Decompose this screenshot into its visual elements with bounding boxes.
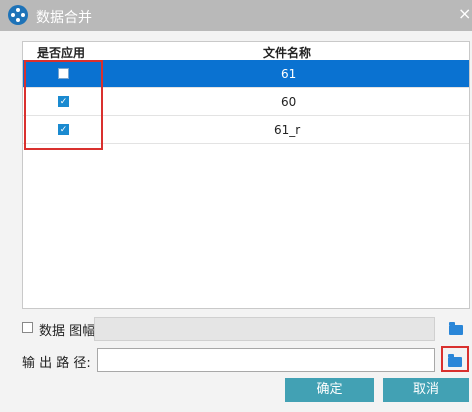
data-image-checkbox[interactable] (22, 322, 33, 333)
data-image-field (94, 317, 435, 341)
ok-button[interactable]: 确定 (285, 378, 374, 402)
title-bar: 数据合并 × (0, 0, 472, 31)
close-icon[interactable]: × (458, 4, 471, 23)
apply-column-highlight (24, 60, 103, 150)
output-path-label: 输 出 路 径: (22, 356, 91, 371)
row-filename: 60 (281, 95, 297, 109)
folder-open-icon[interactable] (449, 322, 463, 335)
app-logo-icon (8, 5, 28, 25)
column-header-filename[interactable]: 文件名称 (263, 44, 311, 61)
row-filename: 61 (281, 67, 297, 81)
folder-open-icon (448, 354, 462, 367)
column-header-apply[interactable]: 是否应用 (37, 44, 85, 61)
window-title: 数据合并 (36, 10, 92, 26)
output-path-input[interactable] (97, 348, 435, 372)
row-filename: 61_r (274, 123, 301, 137)
table-header: 是否应用 文件名称 (23, 42, 469, 61)
cancel-button[interactable]: 取消 (383, 378, 469, 402)
data-image-label: 数据 图幅 (39, 324, 96, 339)
browse-output-button[interactable] (441, 346, 469, 372)
